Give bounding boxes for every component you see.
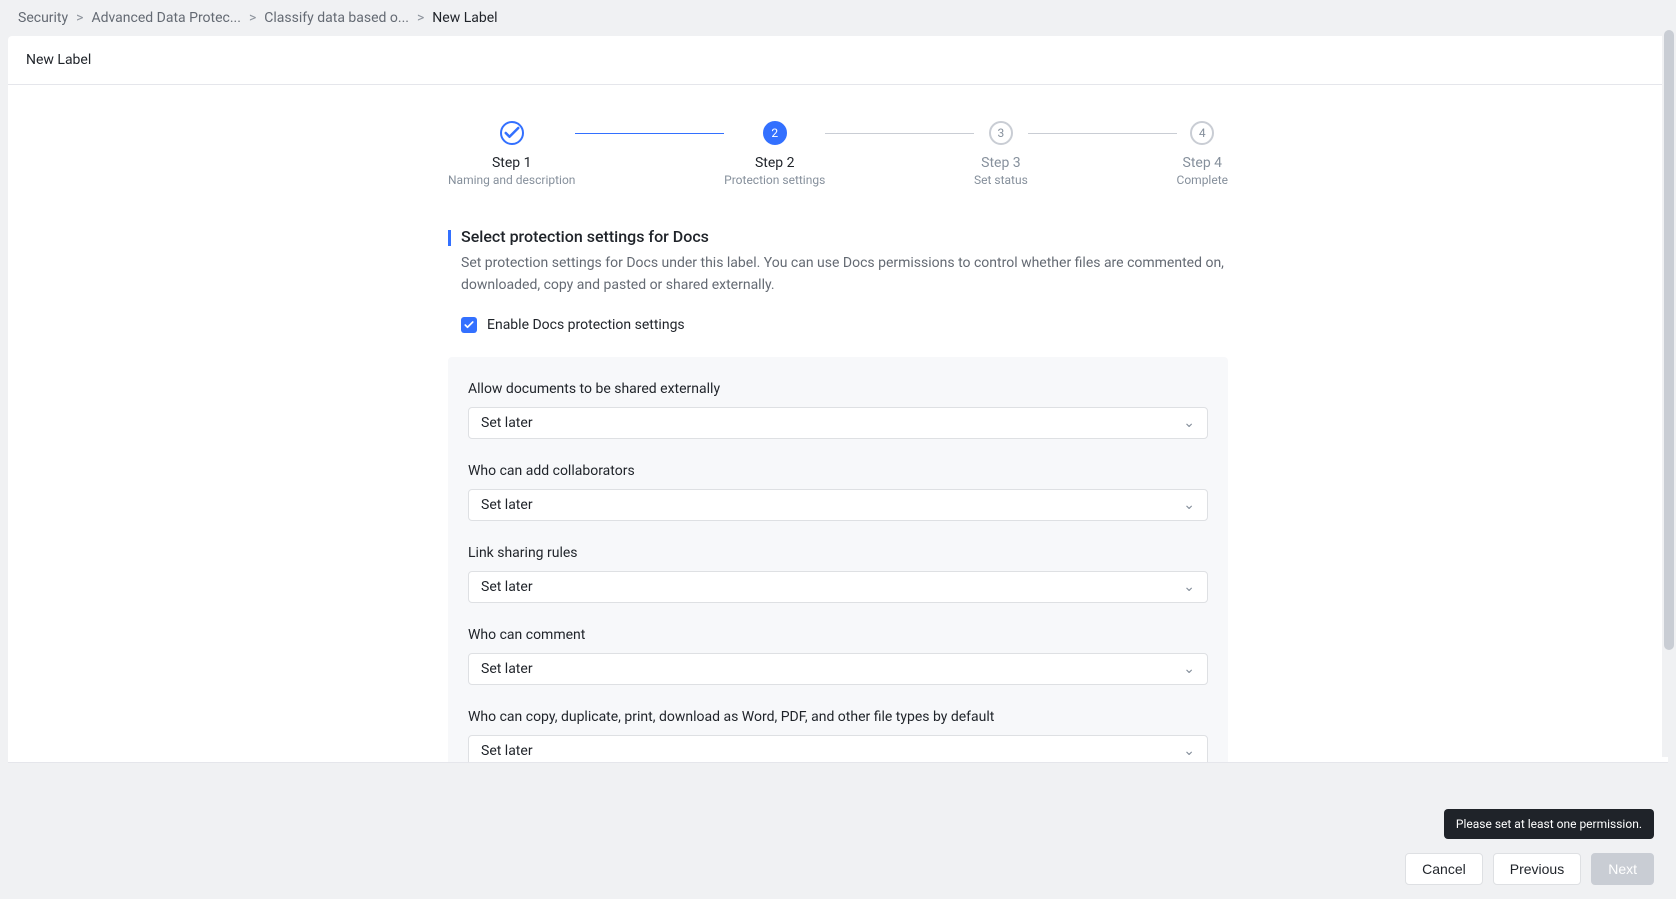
select-value: Set later bbox=[481, 661, 533, 677]
field-who-copy: Who can copy, duplicate, print, download… bbox=[468, 709, 1208, 763]
step-title: Step 4 bbox=[1183, 155, 1223, 171]
step-3: 3 Step 3 Set status bbox=[974, 121, 1028, 187]
field-share-externally: Allow documents to be shared externally … bbox=[468, 381, 1208, 439]
select-who-copy[interactable]: Set later ⌄ bbox=[468, 735, 1208, 763]
step-desc: Naming and description bbox=[448, 173, 575, 187]
field-add-collaborators: Who can add collaborators Set later ⌄ bbox=[468, 463, 1208, 521]
field-label: Allow documents to be shared externally bbox=[468, 381, 1208, 397]
cancel-button[interactable]: Cancel bbox=[1405, 853, 1483, 885]
chevron-right-icon: > bbox=[76, 10, 83, 26]
breadcrumb-item-security[interactable]: Security bbox=[18, 10, 68, 26]
chevron-down-icon: ⌄ bbox=[1183, 661, 1195, 677]
check-icon bbox=[463, 319, 475, 331]
step-number: 2 bbox=[763, 121, 787, 145]
select-share-externally[interactable]: Set later ⌄ bbox=[468, 407, 1208, 439]
field-label: Who can comment bbox=[468, 627, 1208, 643]
stepper: Step 1 Naming and description 2 Step 2 P… bbox=[448, 85, 1228, 217]
step-connector bbox=[825, 133, 974, 134]
select-link-sharing[interactable]: Set later ⌄ bbox=[468, 571, 1208, 603]
step-4: 4 Step 4 Complete bbox=[1177, 121, 1229, 187]
select-add-collaborators[interactable]: Set later ⌄ bbox=[468, 489, 1208, 521]
field-label: Link sharing rules bbox=[468, 545, 1208, 561]
field-label: Who can add collaborators bbox=[468, 463, 1208, 479]
chevron-down-icon: ⌄ bbox=[1183, 415, 1195, 431]
settings-card: Allow documents to be shared externally … bbox=[448, 357, 1228, 763]
chevron-down-icon: ⌄ bbox=[1183, 743, 1195, 759]
select-value: Set later bbox=[481, 415, 533, 431]
chevron-down-icon: ⌄ bbox=[1183, 579, 1195, 595]
step-title: Step 2 bbox=[755, 155, 795, 171]
step-connector bbox=[1028, 133, 1177, 134]
step-title: Step 3 bbox=[981, 155, 1021, 171]
section-header: Select protection settings for Docs bbox=[448, 227, 1228, 246]
chevron-down-icon: ⌄ bbox=[1183, 497, 1195, 513]
step-title: Step 1 bbox=[492, 155, 532, 171]
breadcrumb-item-advanced[interactable]: Advanced Data Protec... bbox=[91, 10, 240, 26]
main-panel: New Label Step 1 Naming and description … bbox=[8, 36, 1668, 763]
step-connector bbox=[575, 133, 724, 134]
select-who-comment[interactable]: Set later ⌄ bbox=[468, 653, 1208, 685]
field-label: Who can copy, duplicate, print, download… bbox=[468, 709, 1208, 725]
footer: Cancel Previous Next bbox=[0, 839, 1676, 899]
breadcrumb: Security > Advanced Data Protec... > Cla… bbox=[0, 0, 1676, 36]
chevron-right-icon: > bbox=[249, 10, 256, 26]
enable-label: Enable Docs protection settings bbox=[487, 317, 685, 333]
step-2[interactable]: 2 Step 2 Protection settings bbox=[724, 121, 825, 187]
field-who-comment: Who can comment Set later ⌄ bbox=[468, 627, 1208, 685]
select-value: Set later bbox=[481, 743, 533, 759]
accent-bar bbox=[448, 230, 451, 246]
scrollbar-thumb[interactable] bbox=[1664, 30, 1674, 650]
step-desc: Set status bbox=[974, 173, 1028, 187]
previous-button[interactable]: Previous bbox=[1493, 853, 1581, 885]
select-value: Set later bbox=[481, 497, 533, 513]
tooltip-warning: Please set at least one permission. bbox=[1444, 809, 1654, 839]
scrollbar[interactable] bbox=[1662, 30, 1676, 757]
breadcrumb-item-current: New Label bbox=[432, 10, 497, 26]
enable-checkbox-row: Enable Docs protection settings bbox=[461, 317, 1228, 333]
step-number: 3 bbox=[989, 121, 1013, 145]
check-icon bbox=[500, 121, 524, 145]
breadcrumb-item-classify[interactable]: Classify data based o... bbox=[264, 10, 409, 26]
step-1[interactable]: Step 1 Naming and description bbox=[448, 121, 575, 187]
section-description: Set protection settings for Docs under t… bbox=[461, 252, 1228, 297]
enable-checkbox[interactable] bbox=[461, 317, 477, 333]
step-desc: Complete bbox=[1177, 173, 1229, 187]
field-link-sharing: Link sharing rules Set later ⌄ bbox=[468, 545, 1208, 603]
step-desc: Protection settings bbox=[724, 173, 825, 187]
step-number: 4 bbox=[1190, 121, 1214, 145]
page-title: New Label bbox=[8, 36, 1668, 85]
chevron-right-icon: > bbox=[417, 10, 424, 26]
select-value: Set later bbox=[481, 579, 533, 595]
section-title: Select protection settings for Docs bbox=[461, 227, 709, 246]
next-button[interactable]: Next bbox=[1591, 853, 1654, 885]
